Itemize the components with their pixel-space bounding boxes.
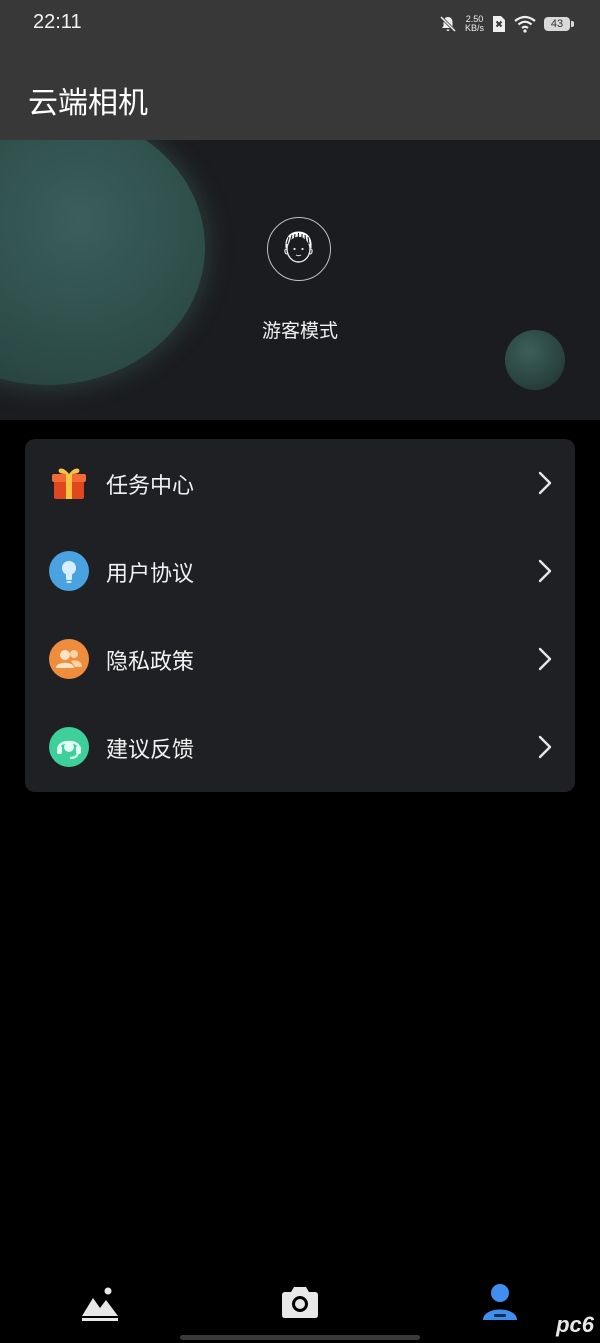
menu-label-user-agreement: 用户协议 bbox=[106, 562, 195, 587]
guest-mode-label: 游客模式 bbox=[261, 320, 338, 342]
decorative-planet-large bbox=[0, 140, 205, 385]
lightbulb-icon bbox=[49, 551, 89, 591]
net-speed: 2.50 KB/s bbox=[465, 15, 484, 33]
chevron-right-icon bbox=[538, 559, 552, 583]
camera-icon[interactable] bbox=[278, 1280, 322, 1324]
face-avatar-icon bbox=[284, 231, 313, 263]
menu-label-task-center: 任务中心 bbox=[106, 474, 195, 499]
users-icon bbox=[49, 639, 89, 679]
gallery-icon[interactable] bbox=[78, 1280, 122, 1324]
menu-item-user-agreement[interactable]: 用户协议 bbox=[25, 527, 575, 615]
headset-icon bbox=[49, 727, 89, 767]
status-time: 22:11 bbox=[33, 11, 82, 33]
chevron-right-icon bbox=[538, 735, 552, 759]
menu-item-feedback[interactable]: 建议反馈 bbox=[25, 703, 575, 791]
net-speed-unit: KB/s bbox=[464, 23, 484, 33]
status-icons: 2.50 KB/s 43 bbox=[439, 12, 574, 36]
app-title: 云端相机 bbox=[28, 86, 148, 121]
bottom-nav bbox=[0, 1262, 600, 1343]
no-sim-icon bbox=[493, 16, 505, 32]
chevron-right-icon bbox=[538, 471, 552, 495]
muted-bell-icon bbox=[439, 15, 457, 33]
settings-menu: 任务中心 用户协议 隐私政策 建议反馈 bbox=[25, 439, 575, 792]
avatar[interactable] bbox=[267, 217, 331, 281]
wifi-icon bbox=[514, 15, 536, 33]
profile-icon[interactable] bbox=[478, 1280, 522, 1324]
profile-hero: 游客模式 bbox=[0, 140, 600, 420]
chevron-right-icon bbox=[538, 647, 552, 671]
status-bar: 22:11 2.50 KB/s 43 bbox=[0, 0, 600, 48]
gift-icon bbox=[52, 468, 86, 499]
home-indicator bbox=[180, 1335, 420, 1340]
battery-indicator: 43 bbox=[544, 17, 574, 31]
menu-item-privacy-policy[interactable]: 隐私政策 bbox=[25, 615, 575, 703]
menu-item-task-center[interactable]: 任务中心 bbox=[25, 439, 575, 527]
menu-label-feedback: 建议反馈 bbox=[106, 738, 195, 763]
menu-label-privacy-policy: 隐私政策 bbox=[106, 650, 195, 675]
watermark-logo: pc6 bbox=[556, 1312, 594, 1337]
app-header: 云端相机 bbox=[0, 48, 600, 140]
